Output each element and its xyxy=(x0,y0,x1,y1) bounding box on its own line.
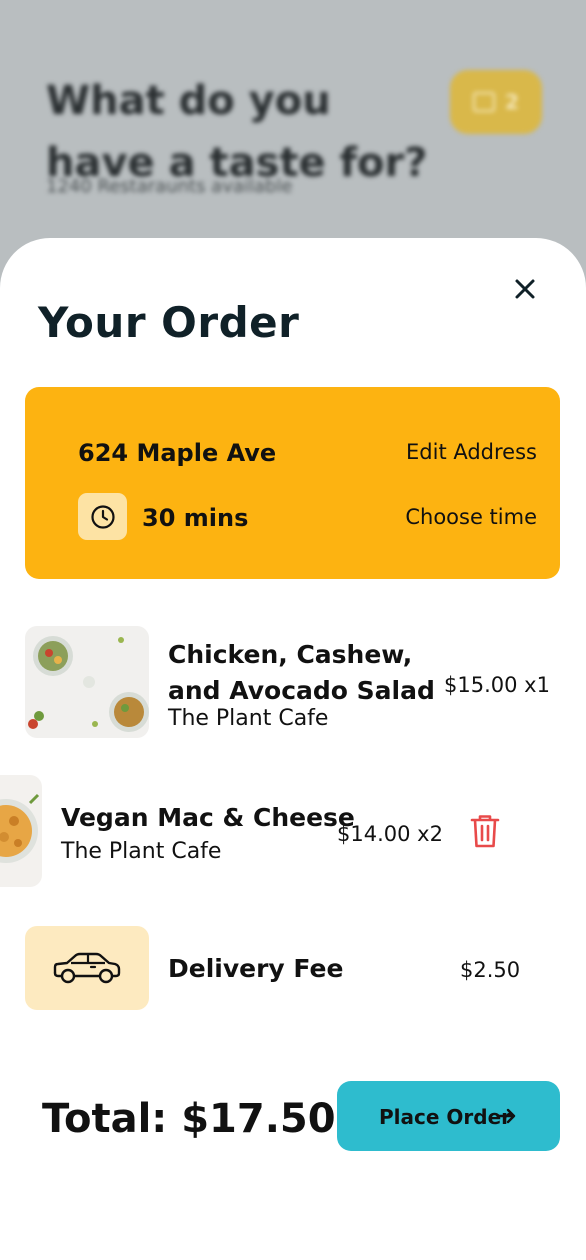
clock-icon xyxy=(90,504,115,529)
order-total: Total: $17.50 xyxy=(42,1096,336,1142)
item-price-salad: $15.00 x1 xyxy=(444,673,550,697)
item-restaurant-salad: The Plant Cafe xyxy=(168,706,329,731)
delivery-fee-amount: $2.50 xyxy=(460,958,521,982)
choose-time-link[interactable]: Choose time xyxy=(405,505,537,529)
edit-address-link[interactable]: Edit Address xyxy=(406,440,537,464)
arrow-right-icon xyxy=(497,1108,516,1124)
item-name-mac-cheese: Vegan Mac & Cheese xyxy=(61,803,355,832)
cart-count: 2 xyxy=(505,90,519,114)
clock-icon-box xyxy=(78,493,127,540)
delete-item-button[interactable] xyxy=(469,813,501,849)
delivery-fee-label: Delivery Fee xyxy=(168,954,344,983)
background-subtitle: 1240 Restaraunts available xyxy=(46,176,293,197)
delivery-eta: 30 mins xyxy=(142,504,249,532)
background-cart-button: 2 xyxy=(450,70,542,134)
item-image-mac-cheese xyxy=(0,775,42,887)
delivery-card: 624 Maple Ave Edit Address 30 mins Choos… xyxy=(25,387,560,579)
trash-icon xyxy=(470,815,500,848)
car-icon xyxy=(53,952,121,984)
place-order-button[interactable]: Place Order xyxy=(337,1081,560,1151)
item-restaurant-mac-cheese: The Plant Cafe xyxy=(61,839,222,864)
close-icon xyxy=(515,279,535,299)
item-price-mac-cheese: $14.00 x2 xyxy=(337,822,443,846)
page-title: Your Order xyxy=(38,298,300,347)
item-name-salad-line2: and Avocado Salad xyxy=(168,676,435,705)
close-button[interactable] xyxy=(512,276,538,302)
item-image-salad xyxy=(25,626,149,738)
delivery-icon-box xyxy=(25,926,149,1010)
delivery-address: 624 Maple Ave xyxy=(78,439,277,467)
bag-icon xyxy=(473,92,496,112)
item-name-salad-line1: Chicken, Cashew, xyxy=(168,640,413,669)
place-order-label: Place Order xyxy=(379,1105,512,1129)
